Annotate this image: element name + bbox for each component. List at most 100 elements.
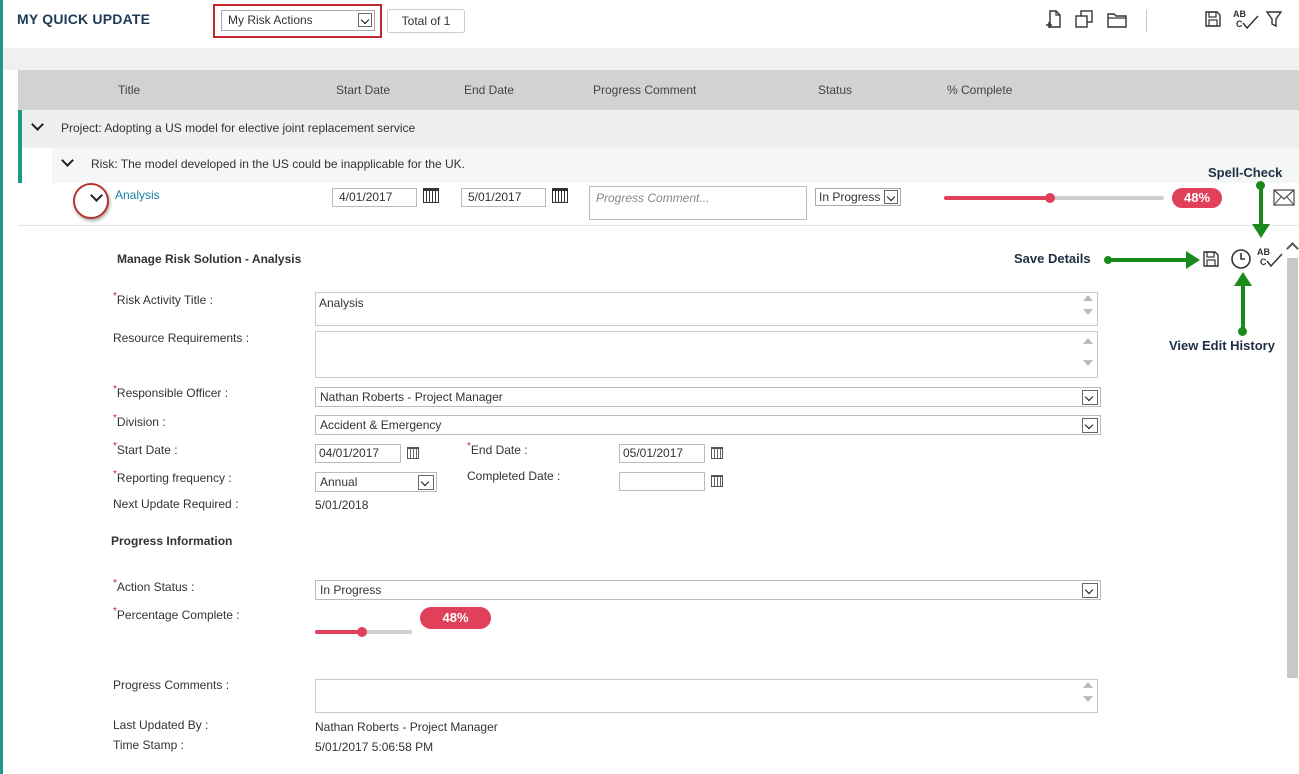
arrow-shaft	[1108, 258, 1188, 262]
filter-icon[interactable]	[1266, 10, 1282, 28]
action-end-date-input[interactable]: 5/01/2017	[461, 188, 546, 207]
detail-percent-slider[interactable]	[315, 627, 412, 637]
risk-activity-title-input[interactable]: Analysis	[315, 292, 1098, 326]
arrow-shaft	[1259, 185, 1263, 225]
toolbar-spacer	[3, 48, 1299, 70]
annotation-save-details: Save Details	[1014, 251, 1091, 266]
annotation-view-edit-history: View Edit History	[1169, 338, 1275, 353]
arrow-head	[1186, 251, 1200, 269]
detail-title: Manage Risk Solution - Analysis	[117, 252, 302, 266]
annotation-spell-check: Spell-Check	[1208, 165, 1283, 180]
end-date-input[interactable]: 05/01/2017	[619, 444, 705, 463]
completed-date-input[interactable]	[619, 472, 705, 491]
risk-label: Risk: The model developed in the US coul…	[91, 157, 465, 171]
app-title: MY QUICK UPDATE	[17, 11, 151, 27]
start-date-input[interactable]: 04/01/2017	[315, 444, 401, 463]
copy-icon[interactable]	[1074, 9, 1094, 29]
svg-text:AB: AB	[1257, 247, 1270, 257]
reporting-frequency-select[interactable]: Annual	[315, 472, 437, 492]
last-updated-by-value: Nathan Roberts - Project Manager	[315, 720, 498, 734]
scroll-up-icon	[1083, 295, 1093, 301]
action-start-date-input[interactable]: 4/01/2017	[332, 188, 417, 207]
resource-requirements-input[interactable]	[315, 331, 1098, 378]
action-title-link[interactable]: Analysis	[115, 188, 160, 202]
scroll-down-icon	[1083, 360, 1093, 366]
annotation-arrow-spell	[1252, 181, 1270, 241]
calendar-icon[interactable]	[423, 188, 439, 203]
required-marker: *	[113, 413, 117, 424]
save-icon[interactable]	[1204, 10, 1222, 28]
textarea-scroll-arrows[interactable]	[1083, 338, 1095, 366]
chevron-down-icon	[1082, 390, 1098, 405]
risk-activity-title-value: Analysis	[319, 296, 364, 310]
label-text: Risk Activity Title :	[116, 293, 213, 307]
slider-knob[interactable]	[357, 627, 367, 637]
project-label: Project: Adopting a US model for electiv…	[61, 121, 416, 135]
required-marker: *	[467, 441, 471, 452]
progress-comments-label: Progress Comments :	[113, 678, 230, 692]
column-header-start-date[interactable]: Start Date	[336, 83, 390, 97]
column-header-percent-complete[interactable]: % Complete	[947, 83, 1012, 97]
progress-section-title: Progress Information	[111, 534, 233, 548]
label-text: Percentage Complete :	[116, 608, 240, 622]
label-text: Division :	[116, 415, 166, 429]
scroll-up-icon	[1083, 682, 1093, 688]
division-select[interactable]: Accident & Emergency	[315, 415, 1101, 435]
chevron-down-icon	[884, 190, 898, 204]
next-update-value: 5/01/2018	[315, 498, 369, 512]
column-header-progress-comment[interactable]: Progress Comment	[593, 83, 696, 97]
add-document-icon[interactable]	[1044, 9, 1064, 29]
required-marker: *	[113, 291, 117, 302]
calendar-icon[interactable]	[711, 475, 723, 487]
view-select-value: My Risk Actions	[228, 13, 313, 27]
textarea-scroll-arrows[interactable]	[1083, 295, 1095, 315]
folder-icon[interactable]	[1106, 11, 1128, 29]
spell-check-icon[interactable]: AB C	[1256, 246, 1284, 270]
arrow-head	[1252, 224, 1270, 238]
required-marker: *	[113, 441, 117, 452]
textarea-scroll-arrows[interactable]	[1083, 682, 1095, 702]
required-marker: *	[113, 469, 117, 480]
arrow-dot	[1238, 327, 1247, 336]
column-header-status[interactable]: Status	[818, 83, 852, 97]
required-marker: *	[113, 606, 117, 617]
expand-row-highlight	[73, 183, 109, 219]
required-marker: *	[113, 384, 117, 395]
svg-text:C: C	[1260, 257, 1267, 267]
scroll-down-icon	[1083, 309, 1093, 315]
save-details-icon[interactable]	[1202, 250, 1220, 268]
required-marker: *	[113, 578, 117, 589]
last-updated-by-label: Last Updated By :	[113, 718, 209, 732]
action-status-select[interactable]: In Progress	[315, 580, 1101, 600]
detail-percent-badge: 48%	[420, 607, 491, 629]
progress-comment-input[interactable]: Progress Comment...	[589, 186, 807, 220]
row-percent-slider[interactable]	[944, 193, 1164, 203]
arrow-shaft	[1241, 285, 1245, 329]
calendar-icon[interactable]	[711, 447, 723, 459]
status-select-value: In Progress	[819, 190, 881, 204]
slider-knob[interactable]	[1045, 193, 1055, 203]
spell-check-icon[interactable]: AB C	[1232, 8, 1260, 32]
label-text: Responsible Officer :	[116, 386, 229, 400]
calendar-icon[interactable]	[552, 188, 568, 203]
calendar-icon[interactable]	[407, 447, 419, 459]
chevron-down-icon	[418, 475, 434, 490]
end-date-label: *End Date :	[467, 441, 528, 457]
total-button[interactable]: Total of 1	[387, 9, 465, 33]
column-header-end-date[interactable]: End Date	[464, 83, 514, 97]
progress-comments-input[interactable]	[315, 679, 1098, 713]
status-select[interactable]: In Progress	[815, 188, 901, 206]
scroll-down-icon	[1083, 696, 1093, 702]
column-header-title[interactable]: Title	[118, 83, 140, 97]
timestamp-label: Time Stamp :	[113, 738, 184, 752]
email-icon[interactable]	[1273, 189, 1295, 206]
scrollbar-thumb[interactable]	[1287, 258, 1298, 678]
history-icon[interactable]	[1230, 248, 1252, 270]
chevron-down-icon	[1082, 418, 1098, 433]
annotation-arrow-history	[1234, 272, 1252, 336]
view-select[interactable]: My Risk Actions	[221, 10, 375, 31]
chevron-down-icon	[1082, 583, 1098, 598]
responsible-officer-select[interactable]: Nathan Roberts - Project Manager	[315, 387, 1101, 407]
svg-text:AB: AB	[1233, 9, 1246, 19]
top-toolbar	[3, 0, 1299, 48]
